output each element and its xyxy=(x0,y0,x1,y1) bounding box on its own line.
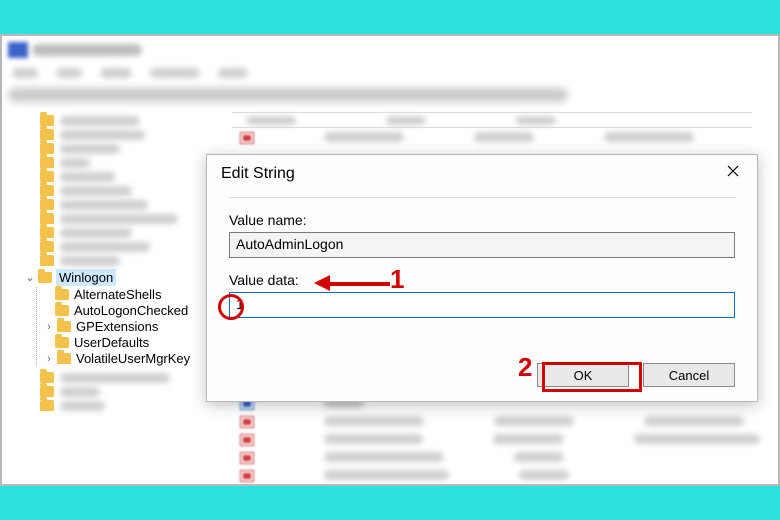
annotation-number-1: 1 xyxy=(390,264,404,295)
tree-node-winlogon[interactable]: ⌄ Winlogon xyxy=(24,269,217,286)
cancel-button[interactable]: Cancel xyxy=(643,363,735,387)
expander-closed-icon[interactable]: › xyxy=(43,353,55,365)
arrow-head-icon xyxy=(314,275,330,291)
ok-button[interactable]: OK xyxy=(537,363,629,387)
address-bar-blur xyxy=(8,88,568,102)
close-button[interactable] xyxy=(715,159,751,183)
tree-label[interactable]: AutoLogonChecked xyxy=(74,303,188,318)
value-data-field[interactable]: 1 xyxy=(229,292,735,318)
list-row-blur xyxy=(240,416,760,430)
tree-label[interactable]: GPExtensions xyxy=(76,319,158,334)
expander-closed-icon[interactable]: › xyxy=(43,321,55,333)
list-row-blur xyxy=(240,132,760,146)
dialog-title: Edit String xyxy=(221,165,295,183)
annotation-number-2: 2 xyxy=(518,352,532,383)
tree-label[interactable]: UserDefaults xyxy=(74,335,149,350)
value-name-label: Value name: xyxy=(229,212,735,228)
folder-icon xyxy=(57,321,71,332)
list-row-blur xyxy=(240,434,760,448)
tree-node-child[interactable]: › GPExtensions xyxy=(43,319,217,334)
tree-label[interactable]: Winlogon xyxy=(56,269,116,286)
tree-node-child[interactable]: AutoLogonChecked xyxy=(55,303,217,318)
list-row-blur xyxy=(240,470,760,484)
tree-node-child[interactable]: › VolatileUserMgrKey xyxy=(43,351,217,366)
expander-open-icon[interactable]: ⌄ xyxy=(24,271,36,284)
list-row-blur xyxy=(240,452,760,466)
tree-label[interactable]: VolatileUserMgrKey xyxy=(76,351,190,366)
registry-tree[interactable]: ⌄ Winlogon AlternateShells AutoLogonChec… xyxy=(12,112,217,482)
folder-icon xyxy=(57,353,71,364)
edit-string-dialog: Edit String Value name: AutoAdminLogon V… xyxy=(206,154,758,402)
list-header-blur xyxy=(232,112,752,128)
app-icon xyxy=(8,42,28,58)
folder-icon xyxy=(55,337,69,348)
tree-node-child[interactable]: AlternateShells xyxy=(55,287,217,302)
close-icon xyxy=(727,165,739,177)
folder-icon xyxy=(55,289,69,300)
registry-editor-window: ⌄ Winlogon AlternateShells AutoLogonChec… xyxy=(0,34,780,486)
app-title-blur xyxy=(32,44,142,56)
menubar-blur xyxy=(12,68,248,78)
value-data-label: Value data: xyxy=(229,272,735,288)
folder-icon xyxy=(38,272,52,283)
tree-label[interactable]: AlternateShells xyxy=(74,287,161,302)
folder-icon xyxy=(55,305,69,316)
value-name-field[interactable]: AutoAdminLogon xyxy=(229,232,735,258)
annotation-arrow-1 xyxy=(328,282,390,286)
tree-node-child[interactable]: UserDefaults xyxy=(55,335,217,350)
